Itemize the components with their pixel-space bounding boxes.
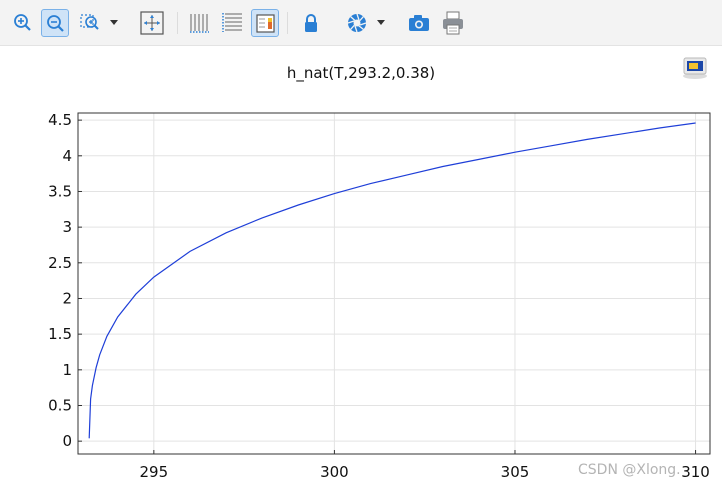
x-grid-button[interactable] xyxy=(186,9,214,37)
zoom-extents-icon xyxy=(140,11,164,35)
plot-area xyxy=(78,113,710,454)
y-tick-label: 0.5 xyxy=(48,396,72,414)
y-grid-icon xyxy=(222,13,242,32)
x-tick-label: 305 xyxy=(501,463,530,481)
y-grid-button[interactable] xyxy=(219,9,247,37)
y-tick-label: 1.5 xyxy=(48,325,72,343)
image-snapshot-button[interactable] xyxy=(405,9,433,37)
zoom-out-icon xyxy=(47,15,64,32)
y-tick-label: 4 xyxy=(62,147,72,165)
zoom-in-button[interactable] xyxy=(9,9,37,37)
zoom-extents-button[interactable] xyxy=(138,9,166,37)
lock-button[interactable] xyxy=(297,9,325,37)
zoom-out-button[interactable] xyxy=(41,9,69,37)
y-tick-label: 2 xyxy=(62,289,72,307)
chevron-down-icon xyxy=(377,20,385,25)
print-icon xyxy=(443,11,463,35)
legend-button[interactable] xyxy=(251,9,279,37)
zoom-in-icon xyxy=(14,14,31,31)
y-tick-label: 3.5 xyxy=(48,182,72,200)
lock-icon xyxy=(305,14,317,32)
print-button[interactable] xyxy=(439,9,467,37)
aperture-icon xyxy=(347,13,367,33)
y-tick-label: 1 xyxy=(62,361,72,379)
x-tick-label: 300 xyxy=(320,463,349,481)
camera-icon xyxy=(409,15,429,31)
toolbar-separator xyxy=(177,12,178,34)
scene-light-button[interactable] xyxy=(343,9,371,37)
watermark: CSDN @Xlong. xyxy=(578,462,681,478)
y-tick-label: 2.5 xyxy=(48,254,72,272)
zoom-box-icon xyxy=(80,14,99,30)
x-grid-icon xyxy=(190,14,209,33)
line-chart: 0 0.5 1 1.5 2 2.5 3 3.5 4 4.5 295 300 305 310 xyxy=(48,111,711,481)
x-tick-label: 295 xyxy=(140,463,169,481)
y-tick-label: 0 xyxy=(62,432,72,450)
y-tick-label: 4.5 xyxy=(48,111,72,129)
zoom-dropdown-button[interactable] xyxy=(104,9,124,37)
scene-light-dropdown-button[interactable] xyxy=(372,9,392,37)
chevron-down-icon xyxy=(110,20,118,25)
plot-title: h_nat(T,293.2,0.38) xyxy=(286,64,436,82)
toolbar-separator xyxy=(287,12,288,34)
legend-icon xyxy=(256,14,275,33)
graphics-window-icon xyxy=(683,57,707,79)
plot-toolbar xyxy=(0,0,722,46)
y-tick-label: 3 xyxy=(62,218,72,236)
x-tick-label: 310 xyxy=(681,463,710,481)
zoom-box-button[interactable] xyxy=(77,9,105,37)
